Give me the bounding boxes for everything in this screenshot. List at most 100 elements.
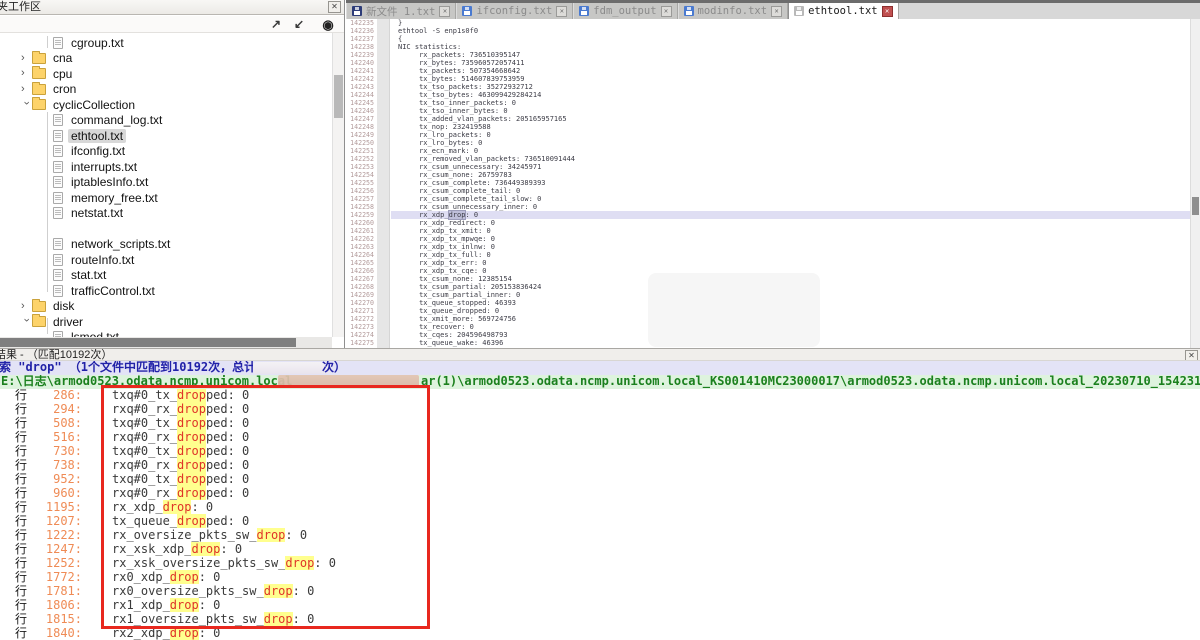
search-summary-row: 搜索 "drop" （1个文件中匹配到10192次，总计 次） xyxy=(0,361,1200,375)
tree-item-lsmod-txt[interactable]: lsmod.txt xyxy=(0,330,332,338)
save-floppy-icon xyxy=(579,6,589,16)
result-row[interactable]: 行286:txq#0_tx_dropped: 0 xyxy=(0,389,1200,403)
line-number-gutter: 1422351422361422371422381422391422401422… xyxy=(346,19,376,348)
locate-file-icon[interactable]: ◉ xyxy=(320,17,336,32)
row-line-number: 960: xyxy=(30,487,82,501)
tree-item-cpu[interactable]: ›cpu xyxy=(0,66,332,82)
result-row[interactable]: 行294:rxq#0_rx_dropped: 0 xyxy=(0,403,1200,417)
result-file-path-row[interactable]: E:\日志\armod0523.odata.ncmp.unicom.local … xyxy=(0,375,1200,389)
collapse-all-icon[interactable]: ↙ xyxy=(291,17,307,32)
tree-item-network_scripts-txt[interactable]: network_scripts.txt xyxy=(0,237,332,253)
result-row[interactable]: 行1247:rx_xsk_xdp_drop: 0 xyxy=(0,543,1200,557)
blurred-region xyxy=(648,273,820,347)
blurred-region xyxy=(278,375,419,388)
workspace-close-icon[interactable]: ✕ xyxy=(328,1,341,13)
code-line: tx_tso_bytes: 463099429284214 xyxy=(391,91,1190,99)
tab-label: ethtool.txt xyxy=(808,5,878,17)
row-line-number: 1772: xyxy=(30,571,82,585)
matched-term: drop xyxy=(177,444,206,458)
tab-close-icon[interactable]: ✕ xyxy=(771,6,782,17)
result-row[interactable]: 行1840:rx2_xdp_drop: 0 xyxy=(0,627,1200,640)
tree-item-cron[interactable]: ›cron xyxy=(0,82,332,98)
tab-close-icon[interactable]: ✕ xyxy=(556,6,567,17)
row-match-text: rxq#0_rx_dropped: 0 xyxy=(112,431,249,445)
file-icon xyxy=(53,207,63,219)
tab-modinfo-txt[interactable]: modinfo.txt✕ xyxy=(678,3,789,19)
chevron-right-icon[interactable]: › xyxy=(21,66,30,81)
tree-item-netstat-txt[interactable]: netstat.txt xyxy=(0,206,332,222)
result-row[interactable]: 行1195:rx_xdp_drop: 0 xyxy=(0,501,1200,515)
tree-item-stat-txt[interactable]: stat.txt xyxy=(0,268,332,284)
tab-close-icon[interactable]: ✕ xyxy=(661,6,672,17)
tab-close-icon[interactable]: ✕ xyxy=(882,6,893,17)
editor-vertical-scrollbar[interactable] xyxy=(1190,19,1200,348)
tree-vertical-scrollbar[interactable] xyxy=(332,33,344,337)
tree-vscroll-thumb[interactable] xyxy=(334,75,343,118)
bookmark-margin xyxy=(377,19,390,348)
row-line-label: 行 xyxy=(15,529,27,543)
chevron-right-icon[interactable]: › xyxy=(21,51,30,66)
code-line: { xyxy=(391,35,1190,43)
result-row[interactable]: 行1815:rx1_oversize_pkts_sw_drop: 0 xyxy=(0,613,1200,627)
tree-item-cycliccollection[interactable]: ›cyclicCollection xyxy=(0,97,332,113)
tree-item-iptablesinfo-txt[interactable]: iptablesInfo.txt xyxy=(0,175,332,191)
row-line-number: 1252: xyxy=(30,557,82,571)
editor-vscroll-thumb[interactable] xyxy=(1192,197,1199,215)
tree-item-ethtool-txt[interactable]: ethtool.txt xyxy=(0,128,332,144)
expand-all-icon[interactable]: ↗ xyxy=(268,17,284,32)
tree-item-driver[interactable]: ›driver xyxy=(0,314,332,330)
tab-bar: 新文件 1.txt✕ifconfig.txt✕fdm_output✕modinf… xyxy=(346,0,1200,19)
row-line-label: 行 xyxy=(15,431,27,445)
file-path-prefix: E:\日志\armod0523.odata.ncmp.unicom.local xyxy=(1,375,292,388)
code-line: rx_xdp_redirect: 0 xyxy=(391,219,1190,227)
row-match-text: rx_xsk_oversize_pkts_sw_drop: 0 xyxy=(112,557,336,571)
row-line-label: 行 xyxy=(15,599,27,613)
result-row[interactable]: 行952:txq#0_tx_dropped: 0 xyxy=(0,473,1200,487)
tree-horizontal-scrollbar[interactable] xyxy=(0,337,332,348)
tree-item-memory_free-txt[interactable]: memory_free.txt xyxy=(0,190,332,206)
matched-term: drop xyxy=(177,416,206,430)
result-row[interactable]: 行1781:rx0_oversize_pkts_sw_drop: 0 xyxy=(0,585,1200,599)
row-line-label: 行 xyxy=(15,445,27,459)
matched-term: drop xyxy=(177,402,206,416)
row-match-text: rx1_xdp_drop: 0 xyxy=(112,599,220,613)
tree-item-trafficcontrol-txt[interactable]: trafficControl.txt xyxy=(0,283,332,299)
save-floppy-icon xyxy=(462,6,472,16)
tab-ethtool-txt[interactable]: ethtool.txt ✕ xyxy=(788,3,899,19)
save-floppy-icon xyxy=(794,6,804,16)
tree-hscroll-thumb[interactable] xyxy=(0,338,296,347)
row-match-text: txq#0_tx_dropped: 0 xyxy=(112,417,249,431)
result-row[interactable]: 行1222:rx_oversize_pkts_sw_drop: 0 xyxy=(0,529,1200,543)
chevron-right-icon[interactable]: › xyxy=(21,299,30,314)
result-row[interactable]: 行738:rxq#0_rx_dropped: 0 xyxy=(0,459,1200,473)
tree-item-cgroup-txt[interactable]: cgroup.txt xyxy=(0,35,332,51)
save-floppy-icon xyxy=(684,6,694,16)
file-icon xyxy=(53,145,63,157)
file-icon xyxy=(53,37,63,49)
tree-item-disk[interactable]: ›disk xyxy=(0,299,332,315)
result-row[interactable]: 行1252: rx_xsk_oversize_pkts_sw_drop: 0 xyxy=(0,557,1200,571)
chevron-right-icon[interactable]: › xyxy=(21,82,30,97)
result-row[interactable]: 行516:rxq#0_rx_dropped: 0 xyxy=(0,431,1200,445)
editor-body[interactable]: 1422351422361422371422381422391422401422… xyxy=(346,19,1200,348)
tree-item-label: netstat.txt xyxy=(68,206,126,220)
result-row[interactable]: 行730:txq#0_tx_dropped: 0 xyxy=(0,445,1200,459)
tree-item-routeinfo-txt[interactable]: routeInfo.txt xyxy=(0,252,332,268)
result-row[interactable]: 行1207:tx_queue_dropped: 0 xyxy=(0,515,1200,529)
results-header: 结果 - （匹配10192次） ✕ xyxy=(0,348,1200,361)
code-line: rx_csum_complete_tail_slow: 0 xyxy=(391,195,1190,203)
tree-item-ifconfig-txt[interactable]: ifconfig.txt xyxy=(0,144,332,160)
result-row[interactable]: 行508:txq#0_tx_dropped: 0 xyxy=(0,417,1200,431)
tree-item-command_log-txt[interactable]: command_log.txt xyxy=(0,113,332,129)
results-close-icon[interactable]: ✕ xyxy=(1185,350,1198,361)
tab-ifconfig-txt[interactable]: ifconfig.txt✕ xyxy=(456,3,573,19)
tab--1-txt[interactable]: 新文件 1.txt✕ xyxy=(346,3,456,19)
tree-item-cna[interactable]: ›cna xyxy=(0,51,332,67)
tree-item-interrupts-txt[interactable]: interrupts.txt xyxy=(0,159,332,175)
row-line-label: 行 xyxy=(15,557,27,571)
result-row[interactable]: 行1806:rx1_xdp_drop: 0 xyxy=(0,599,1200,613)
result-row[interactable]: 行960:rxq#0_rx_dropped: 0 xyxy=(0,487,1200,501)
tab-close-icon[interactable]: ✕ xyxy=(439,6,450,17)
tab-fdm_output[interactable]: fdm_output✕ xyxy=(573,3,677,19)
result-row[interactable]: 行1772:rx0_xdp_drop: 0 xyxy=(0,571,1200,585)
